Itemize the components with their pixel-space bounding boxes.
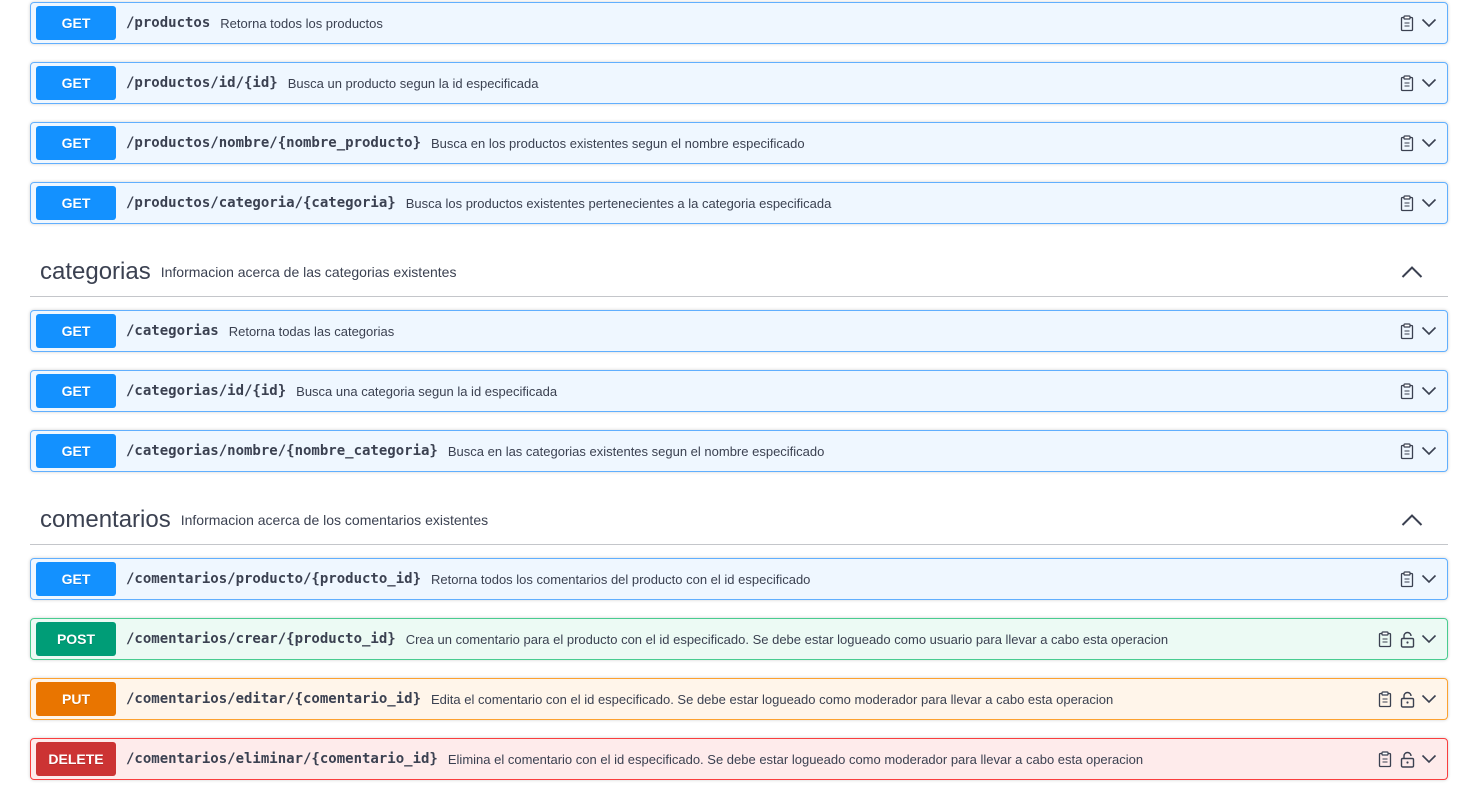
- clipboard-icon[interactable]: [1399, 570, 1415, 588]
- tag-section-categorias[interactable]: categorias Informacion acerca de las cat…: [30, 247, 1448, 297]
- chevron-down-icon[interactable]: [1421, 134, 1437, 152]
- endpoint-get-categorias-id[interactable]: GET /categorias/id/{id} Busca una catego…: [30, 370, 1448, 412]
- method-badge: GET: [36, 434, 116, 468]
- method-badge: POST: [36, 622, 116, 656]
- clipboard-icon[interactable]: [1399, 134, 1415, 152]
- method-badge: GET: [36, 66, 116, 100]
- endpoint-get-productos[interactable]: GET /productos Retorna todos los product…: [30, 2, 1448, 44]
- method-badge: GET: [36, 314, 116, 348]
- clipboard-icon[interactable]: [1377, 690, 1393, 708]
- method-badge: GET: [36, 6, 116, 40]
- tag-description: Informacion acerca de los comentarios ex…: [180, 511, 489, 528]
- method-badge: DELETE: [36, 742, 116, 776]
- endpoint-put-comentarios-editar[interactable]: PUT /comentarios/editar/{comentario_id} …: [30, 678, 1448, 720]
- endpoint-path: /productos/id/{id}: [126, 75, 278, 91]
- endpoint-summary: Busca en los productos existentes segun …: [431, 135, 805, 151]
- method-badge: GET: [36, 374, 116, 408]
- endpoint-get-productos-id[interactable]: GET /productos/id/{id} Busca un producto…: [30, 62, 1448, 104]
- endpoint-path: /categorias/nombre/{nombre_categoria}: [126, 443, 438, 459]
- clipboard-icon[interactable]: [1399, 74, 1415, 92]
- chevron-down-icon[interactable]: [1421, 570, 1437, 588]
- method-badge: GET: [36, 186, 116, 220]
- endpoint-post-comentarios-crear[interactable]: POST /comentarios/crear/{producto_id} Cr…: [30, 618, 1448, 660]
- method-badge: PUT: [36, 682, 116, 716]
- endpoint-summary: Crea un comentario para el producto con …: [405, 631, 1169, 647]
- tag-name: categorias: [40, 257, 151, 285]
- endpoint-path: /comentarios/producto/{producto_id}: [126, 571, 422, 587]
- chevron-up-icon[interactable]: [1400, 508, 1424, 532]
- chevron-down-icon[interactable]: [1421, 74, 1437, 92]
- endpoint-path: /comentarios/eliminar/{comentario_id}: [126, 751, 438, 767]
- endpoint-summary: Busca una categoria segun la id especifi…: [296, 383, 558, 399]
- chevron-down-icon[interactable]: [1421, 382, 1437, 400]
- clipboard-icon[interactable]: [1399, 14, 1415, 32]
- chevron-down-icon[interactable]: [1421, 690, 1437, 708]
- endpoint-summary: Edita el comentario con el id especifica…: [431, 691, 1114, 707]
- endpoint-get-productos-nombre[interactable]: GET /productos/nombre/{nombre_producto} …: [30, 122, 1448, 164]
- endpoint-summary: Busca los productos existentes perteneci…: [405, 195, 832, 211]
- endpoint-path: /productos/categoria/{categoria}: [126, 195, 396, 211]
- tag-description: Informacion acerca de las categorias exi…: [160, 263, 457, 280]
- endpoint-delete-comentarios-eliminar[interactable]: DELETE /comentarios/eliminar/{comentario…: [30, 738, 1448, 780]
- clipboard-icon[interactable]: [1399, 382, 1415, 400]
- endpoint-path: /productos/nombre/{nombre_producto}: [126, 135, 422, 151]
- chevron-down-icon[interactable]: [1421, 14, 1437, 32]
- clipboard-icon[interactable]: [1399, 442, 1415, 460]
- endpoint-get-categorias[interactable]: GET /categorias Retorna todas las catego…: [30, 310, 1448, 352]
- chevron-down-icon[interactable]: [1421, 442, 1437, 460]
- endpoint-summary: Busca un producto segun la id especifica…: [287, 75, 539, 91]
- endpoint-summary: Retorna todos los comentarios del produc…: [431, 571, 811, 587]
- chevron-up-icon[interactable]: [1400, 260, 1424, 284]
- clipboard-icon[interactable]: [1399, 194, 1415, 212]
- endpoint-get-productos-categoria[interactable]: GET /productos/categoria/{categoria} Bus…: [30, 182, 1448, 224]
- endpoint-summary: Retorna todos los productos: [220, 15, 383, 31]
- endpoint-path: /categorias: [126, 323, 219, 339]
- lock-icon[interactable]: [1399, 690, 1415, 708]
- endpoint-summary: Busca en las categorias existentes segun…: [447, 443, 825, 459]
- clipboard-icon[interactable]: [1399, 322, 1415, 340]
- endpoint-get-categorias-nombre[interactable]: GET /categorias/nombre/{nombre_categoria…: [30, 430, 1448, 472]
- lock-icon[interactable]: [1399, 750, 1415, 768]
- clipboard-icon[interactable]: [1377, 630, 1393, 648]
- tag-section-comentarios[interactable]: comentarios Informacion acerca de los co…: [30, 495, 1448, 545]
- endpoint-path: /productos: [126, 15, 211, 31]
- chevron-down-icon[interactable]: [1421, 750, 1437, 768]
- endpoint-path: /comentarios/editar/{comentario_id}: [126, 691, 422, 707]
- swagger-operations-list: GET /productos Retorna todos los product…: [0, 0, 1457, 796]
- lock-icon[interactable]: [1399, 630, 1415, 648]
- tag-name: comentarios: [40, 505, 171, 533]
- endpoint-summary: Elimina el comentario con el id especifi…: [447, 751, 1144, 767]
- endpoint-summary: Retorna todas las categorias: [228, 323, 395, 339]
- method-badge: GET: [36, 562, 116, 596]
- chevron-down-icon[interactable]: [1421, 630, 1437, 648]
- endpoint-path: /comentarios/crear/{producto_id}: [126, 631, 396, 647]
- chevron-down-icon[interactable]: [1421, 194, 1437, 212]
- method-badge: GET: [36, 126, 116, 160]
- chevron-down-icon[interactable]: [1421, 322, 1437, 340]
- endpoint-path: /categorias/id/{id}: [126, 383, 287, 399]
- clipboard-icon[interactable]: [1377, 750, 1393, 768]
- endpoint-get-comentarios-producto[interactable]: GET /comentarios/producto/{producto_id} …: [30, 558, 1448, 600]
